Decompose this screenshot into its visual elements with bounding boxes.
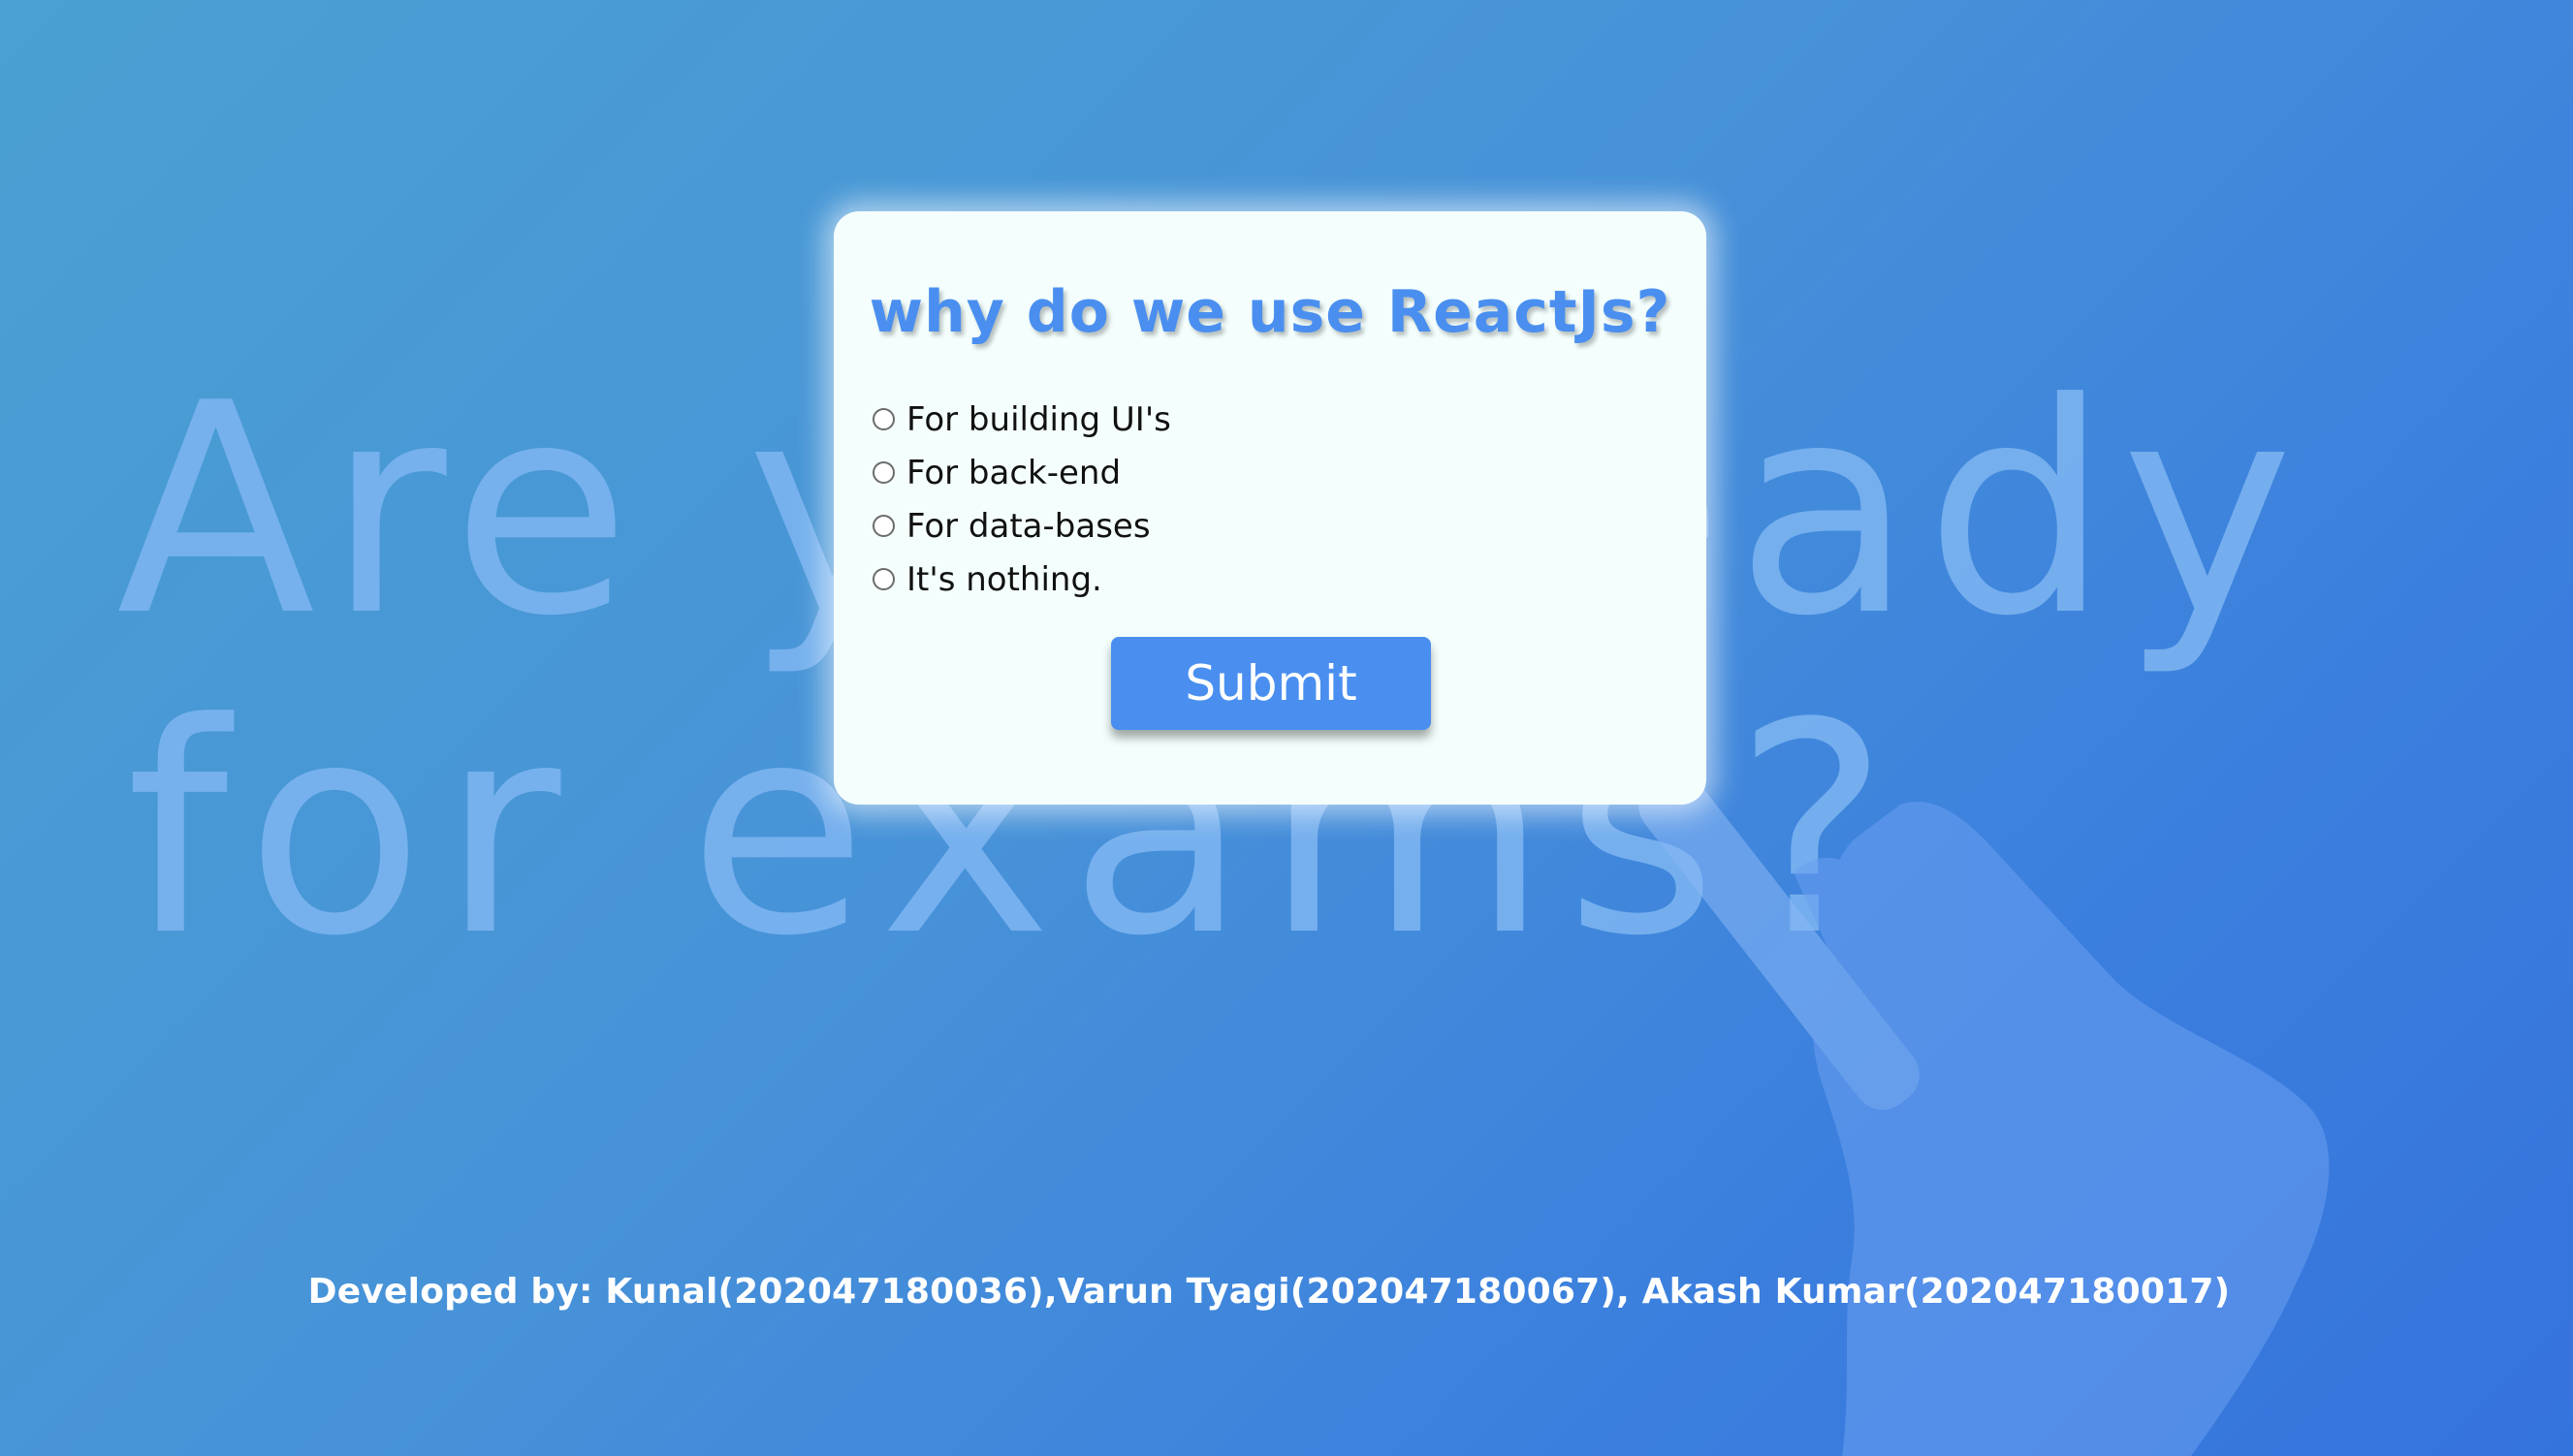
question-title: why do we use ReactJs? [869, 278, 1671, 346]
answer-option[interactable]: For building UI's [873, 393, 1171, 446]
answer-option[interactable]: For back-end [873, 446, 1171, 499]
radio-button[interactable] [873, 568, 895, 590]
radio-button[interactable] [873, 408, 895, 430]
answer-option-label[interactable]: For back-end [906, 454, 1121, 492]
answer-option[interactable]: It's nothing. [873, 553, 1171, 606]
answer-option-label[interactable]: It's nothing. [906, 560, 1102, 599]
quiz-card: why do we use ReactJs? For building UI's… [834, 211, 1706, 805]
submit-button[interactable]: Submit [1111, 637, 1431, 730]
radio-button[interactable] [873, 515, 895, 537]
answer-options: For building UI's For back-end For data-… [873, 393, 1171, 606]
answer-option-label[interactable]: For building UI's [906, 400, 1171, 439]
radio-button[interactable] [873, 461, 895, 484]
answer-option-label[interactable]: For data-bases [906, 507, 1151, 546]
developer-credits: Developed by: Kunal(202047180036),Varun … [307, 1272, 2231, 1312]
hand-with-chalk [1638, 771, 2330, 1456]
answer-option[interactable]: For data-bases [873, 499, 1171, 553]
